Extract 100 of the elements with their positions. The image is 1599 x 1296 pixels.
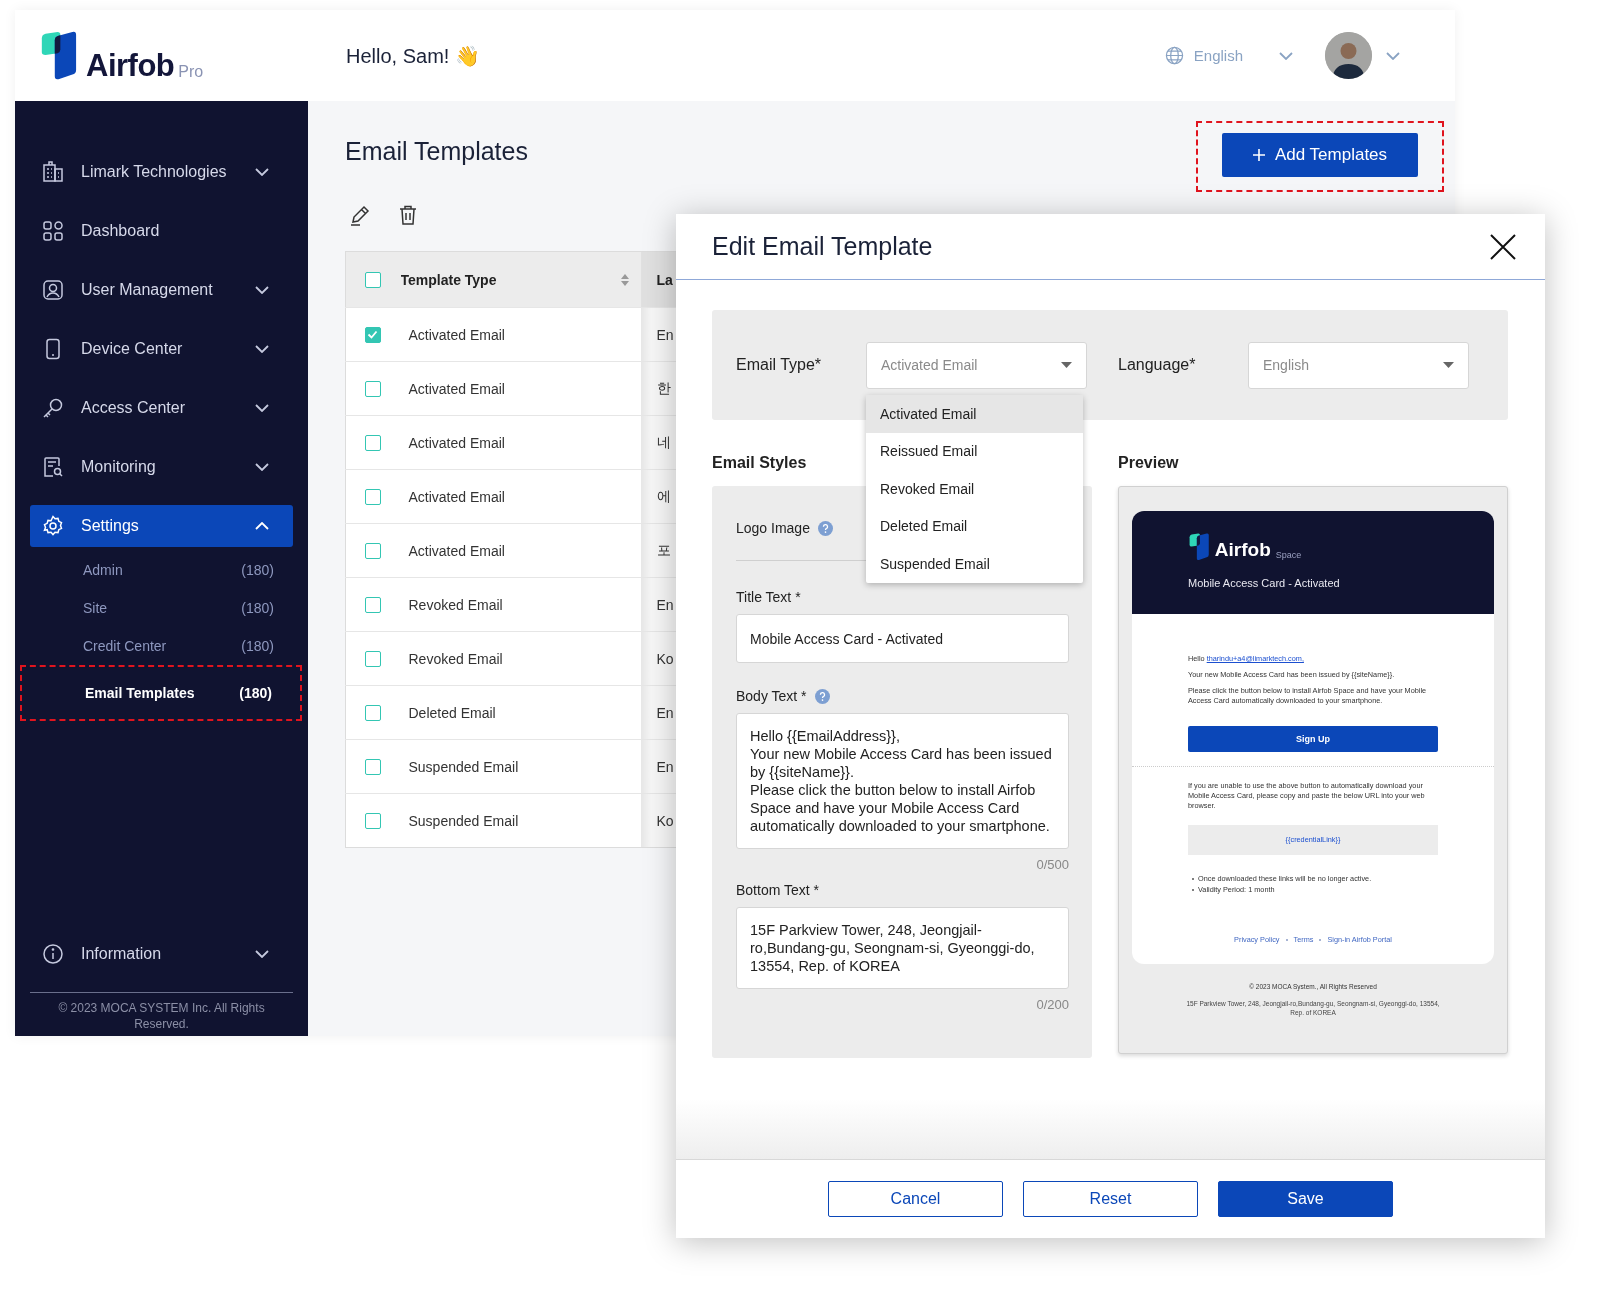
copyright-text: © 2023 MOCA SYSTEM Inc. All Rights Reserved. <box>30 992 293 1036</box>
table-cell: Ko <box>656 812 674 829</box>
menu-item[interactable]: Activated Email <box>866 395 1083 433</box>
body-text-field[interactable]: Hello {{EmailAddress}}, Your new Mobile Access Card has been issued by {{siteName}}. Please click the button below to install Airfob Space and have your Mobile Access Card automatically downloaded to your smartphone. <box>736 713 1069 849</box>
plus-icon <box>1252 149 1265 161</box>
add-templates-button[interactable]: Add Templates <box>1222 133 1418 177</box>
brand-name: Airfob <box>86 49 175 81</box>
table-cell: Suspended Email <box>408 758 519 775</box>
bottom-text-field[interactable]: 15F Parkview Tower, 248, Jeongjail-ro,Bundang-gu, Seongnam-si, Gyeonggi-do, 13554, Rep. of KOREA <box>736 907 1069 989</box>
info-icon <box>41 942 65 966</box>
nav-item[interactable]: Limark Technologies <box>30 151 293 193</box>
logo-icon <box>1188 533 1210 561</box>
table-cell: 에 <box>656 487 671 504</box>
key-icon <box>41 396 65 420</box>
table-cell: En <box>656 596 674 613</box>
table-cell: En <box>656 758 674 775</box>
table-cell: Activated Email <box>408 488 505 505</box>
menu-item[interactable]: Reissued Email <box>866 432 1083 470</box>
menu-item[interactable]: Deleted Email <box>866 507 1083 545</box>
nav-item[interactable]: Device Center <box>30 328 293 370</box>
checkbox[interactable] <box>365 327 382 344</box>
caret-icon <box>1061 362 1072 368</box>
table-cell: Activated Email <box>408 434 505 451</box>
dashboard-icon <box>41 219 65 243</box>
menu-item[interactable]: Suspended Email <box>866 545 1083 583</box>
brand-name: Airfob <box>1214 539 1271 561</box>
checkbox[interactable] <box>365 813 382 830</box>
field-label: Body Text * <box>736 688 807 704</box>
table-cell: Suspended Email <box>408 812 519 829</box>
user-icon <box>41 278 65 302</box>
edit-icon[interactable] <box>349 204 371 226</box>
chevron-icon <box>1386 51 1400 60</box>
section-heading: Email Styles <box>712 454 807 473</box>
page-title: Email Templates <box>345 136 528 166</box>
checkbox[interactable] <box>365 759 382 776</box>
field-label: Email Type* <box>736 356 823 374</box>
checkbox[interactable] <box>365 272 382 289</box>
nav-item[interactable]: Information <box>30 933 293 975</box>
nav-item[interactable]: Dashboard <box>30 210 293 252</box>
trash-icon[interactable] <box>397 204 419 226</box>
checkbox[interactable] <box>365 543 382 560</box>
checkbox[interactable] <box>365 435 382 452</box>
nav-link[interactable]: Admin <box>83 562 123 578</box>
email-type-select[interactable]: Activated Email <box>866 341 1087 389</box>
column-header[interactable]: La <box>656 271 673 288</box>
table-cell: En <box>656 704 674 721</box>
dialog-button[interactable]: Reset <box>1023 1181 1198 1217</box>
nav-item[interactable]: Settings <box>30 505 293 547</box>
dialog-button[interactable]: Save <box>1218 1181 1393 1217</box>
count-label: (180) <box>239 685 272 701</box>
nav-item[interactable]: Monitoring <box>30 446 293 488</box>
checkbox[interactable] <box>365 651 382 668</box>
caret-icon <box>1443 362 1454 368</box>
sort-icon[interactable] <box>620 273 629 286</box>
brand-suffix: Space <box>1275 550 1302 560</box>
table-cell: En <box>656 326 674 343</box>
table-cell: Activated Email <box>408 542 505 559</box>
column-header[interactable]: Template Type <box>400 271 497 288</box>
table-cell: 한 <box>656 379 671 396</box>
checkbox[interactable] <box>365 705 382 722</box>
nav-item[interactable]: User Management <box>30 269 293 311</box>
sign-up-button[interactable]: Sign Up <box>1188 726 1438 752</box>
dialog-button[interactable]: Cancel <box>828 1181 1003 1217</box>
table-cell: 포 <box>656 541 671 558</box>
help-icon[interactable] <box>814 688 830 704</box>
count-label: (180) <box>241 562 274 578</box>
character-counter: 0/500 <box>1036 857 1069 872</box>
logo-icon <box>39 30 78 81</box>
checkbox[interactable] <box>365 381 382 398</box>
nav-link[interactable]: Credit Center <box>83 638 167 654</box>
table-cell: Ko <box>656 650 674 667</box>
nav-link[interactable]: Email Templates <box>85 685 195 701</box>
chevron-icon <box>1279 51 1293 60</box>
checkbox[interactable] <box>365 489 382 506</box>
avatar[interactable] <box>1325 32 1372 79</box>
table-cell: Activated Email <box>408 380 505 397</box>
globe-icon[interactable] <box>1164 46 1184 65</box>
report-search-icon <box>41 455 65 479</box>
character-counter: 0/200 <box>1036 997 1069 1012</box>
count-label: (180) <box>241 638 274 654</box>
count-label: (180) <box>241 600 274 616</box>
building-icon <box>41 160 65 184</box>
field-label: Language* <box>1118 356 1197 374</box>
table-cell: 네 <box>656 433 671 450</box>
menu-item[interactable]: Revoked Email <box>866 470 1083 508</box>
dialog-title: Edit Email Template <box>712 232 934 261</box>
field-label: Title Text * <box>736 589 801 605</box>
table-cell: Revoked Email <box>408 596 503 613</box>
brand-suffix: Pro <box>178 62 204 81</box>
help-icon[interactable] <box>817 520 833 536</box>
nav-item[interactable]: Access Center <box>30 387 293 429</box>
checkbox[interactable] <box>365 597 382 614</box>
table-cell: Activated Email <box>408 326 505 343</box>
close-icon[interactable] <box>1489 232 1517 261</box>
table-cell: Deleted Email <box>408 704 496 721</box>
gear-icon <box>41 514 65 538</box>
table-cell: Revoked Email <box>408 650 503 667</box>
nav-link[interactable]: Site <box>83 600 108 616</box>
title-text-field[interactable]: Mobile Access Card - Activated <box>736 614 1069 663</box>
email-subject: Mobile Access Card - Activated <box>1188 577 1341 589</box>
